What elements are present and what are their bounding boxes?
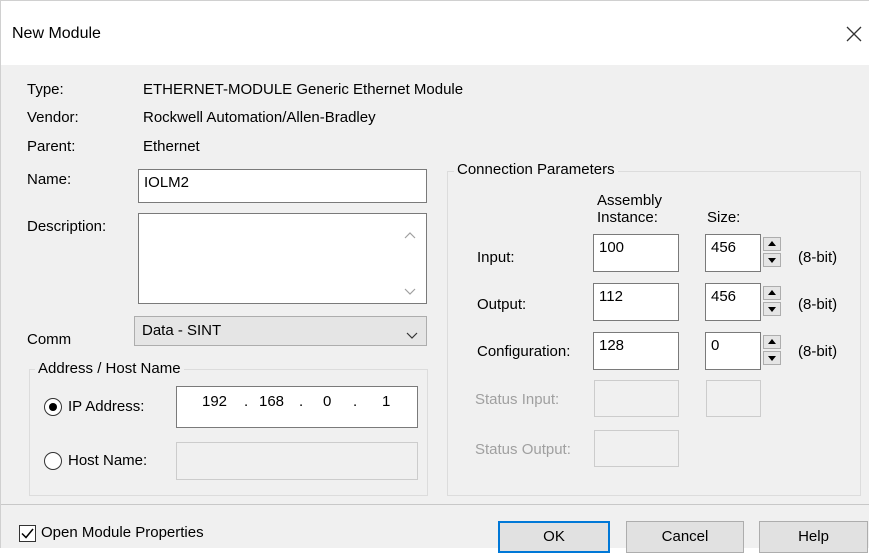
name-label: Name: xyxy=(27,171,72,188)
comm-select[interactable]: Data - SINT xyxy=(134,316,427,346)
new-module-dialog: New Module Type: ETHERNET-MODULE Generic… xyxy=(0,0,869,553)
status-input-size xyxy=(706,380,761,417)
status-input-instance xyxy=(594,380,679,417)
ip-address-field[interactable]: 192 . 168 . 0 . 1 xyxy=(176,386,418,428)
configuration-instance-input[interactable]: 128 xyxy=(593,332,679,370)
type-label: Type: xyxy=(27,81,64,98)
name-input[interactable]: IOLM2 xyxy=(138,169,427,203)
configuration-label: Configuration: xyxy=(477,343,571,360)
connection-parameters-title: Connection Parameters xyxy=(454,161,618,178)
cancel-button[interactable]: Cancel xyxy=(626,521,744,553)
radio-selected-dot xyxy=(49,403,57,411)
host-name-label: Host Name: xyxy=(68,452,148,469)
output-size-input[interactable]: 456 xyxy=(705,283,761,321)
configuration-size-stepper[interactable] xyxy=(763,335,783,367)
status-output-label: Status Output: xyxy=(475,441,571,458)
help-button[interactable]: Help xyxy=(759,521,868,553)
footer-separator xyxy=(1,504,869,505)
host-name-input[interactable] xyxy=(176,442,418,480)
spin-down-button[interactable] xyxy=(763,302,781,316)
spin-down-button[interactable] xyxy=(763,351,781,365)
ip-dot: . xyxy=(299,393,304,410)
open-module-properties-label: Open Module Properties xyxy=(41,524,204,541)
arrow-up-icon xyxy=(768,290,776,295)
parent-label: Parent: xyxy=(27,138,76,155)
spin-up-button[interactable] xyxy=(763,286,781,300)
chevron-down-icon xyxy=(406,327,418,344)
title-bar: New Module xyxy=(1,1,869,65)
output-instance-input[interactable]: 112 xyxy=(593,283,679,321)
ip-octet-3[interactable]: 0 xyxy=(323,393,331,410)
description-input[interactable] xyxy=(138,213,427,304)
arrow-down-icon xyxy=(768,307,776,312)
spin-up-button[interactable] xyxy=(763,335,781,349)
window-title: New Module xyxy=(12,25,101,42)
input-size-stepper[interactable] xyxy=(763,237,783,269)
input-size-input[interactable]: 456 xyxy=(705,234,761,272)
status-output-instance xyxy=(594,430,679,467)
open-module-properties-checkbox[interactable] xyxy=(19,525,36,542)
ok-button[interactable]: OK xyxy=(498,521,610,553)
ip-address-radio[interactable] xyxy=(44,398,62,416)
input-label: Input: xyxy=(477,249,515,266)
ip-octet-4[interactable]: 1 xyxy=(382,393,390,410)
vendor-label: Vendor: xyxy=(27,109,79,126)
comm-value: Data - SINT xyxy=(142,322,222,339)
spin-up-button[interactable] xyxy=(763,237,781,251)
ip-octet-1[interactable]: 192 xyxy=(202,393,227,410)
ip-address-label: IP Address: xyxy=(68,398,145,415)
ip-dot: . xyxy=(244,393,249,410)
scroll-down-icon[interactable] xyxy=(404,283,416,300)
vendor-value: Rockwell Automation/Allen-Bradley xyxy=(143,109,376,126)
instance-header: Instance: xyxy=(597,209,658,226)
configuration-unit: (8-bit) xyxy=(798,343,838,360)
output-unit: (8-bit) xyxy=(798,296,838,313)
ip-octet-2[interactable]: 168 xyxy=(259,393,284,410)
spin-down-button[interactable] xyxy=(763,253,781,267)
arrow-down-icon xyxy=(768,258,776,263)
status-input-label: Status Input: xyxy=(475,391,560,408)
description-label: Description: xyxy=(27,218,107,235)
arrow-up-icon xyxy=(768,241,776,246)
input-instance-input[interactable]: 100 xyxy=(593,234,679,272)
comm-label: Comm xyxy=(27,331,72,348)
address-group-title: Address / Host Name xyxy=(35,360,184,377)
input-unit: (8-bit) xyxy=(798,249,838,266)
arrow-down-icon xyxy=(768,356,776,361)
output-label: Output: xyxy=(477,296,527,313)
close-icon[interactable] xyxy=(839,19,869,49)
arrow-up-icon xyxy=(768,339,776,344)
configuration-size-input[interactable]: 0 xyxy=(705,332,761,370)
type-value: ETHERNET-MODULE Generic Ethernet Module xyxy=(143,81,464,98)
host-name-radio[interactable] xyxy=(44,452,62,470)
size-header: Size: xyxy=(707,209,741,226)
output-size-stepper[interactable] xyxy=(763,286,783,318)
checkmark-icon xyxy=(21,528,34,539)
scroll-up-icon[interactable] xyxy=(404,226,416,243)
assembly-header: Assembly xyxy=(597,192,663,209)
ip-dot: . xyxy=(353,393,358,410)
parent-value: Ethernet xyxy=(143,138,200,155)
